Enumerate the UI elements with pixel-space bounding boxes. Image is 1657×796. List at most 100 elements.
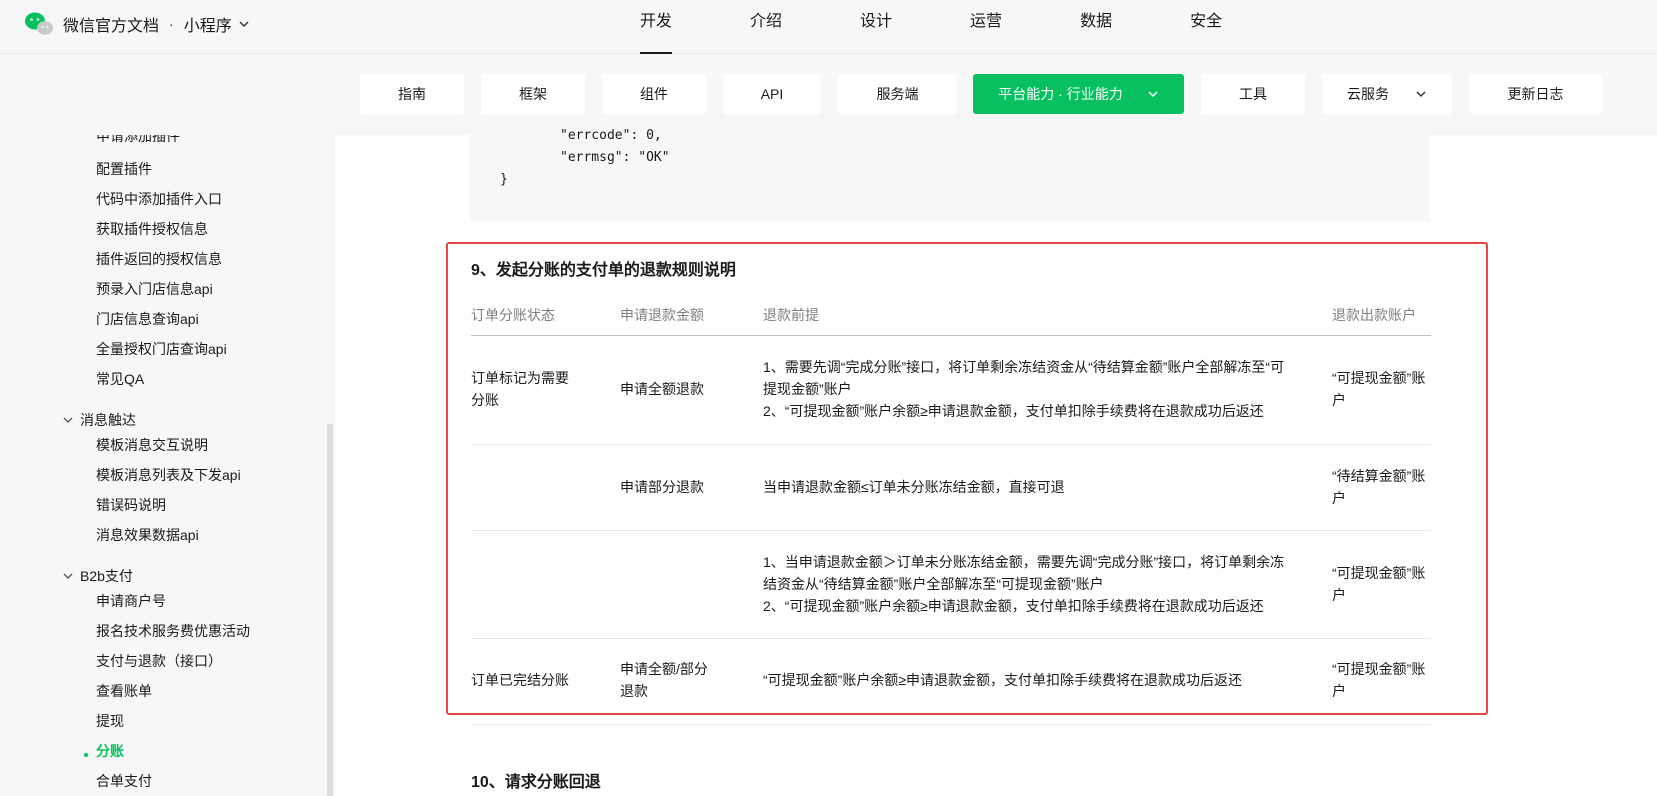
cell-line: 2、“可提现金额”账户余额≥申请退款金额，支付单扣除手续费将在退款成功后返还: [763, 598, 1264, 614]
sidebar-group-b2b-label: B2b支付: [80, 568, 133, 584]
subnav-server[interactable]: 服务端: [838, 74, 957, 114]
cell-line: “可提现金额”账: [1332, 370, 1426, 386]
sidebar-scrollbar[interactable]: [327, 424, 333, 796]
product-switcher[interactable]: 小程序: [184, 12, 232, 36]
sidebar: 申请添加插件 配置插件 代码中添加插件入口 获取插件授权信息 插件返回的授权信息…: [0, 135, 335, 796]
table-cell-account: “待结算金额”账 户: [1332, 465, 1425, 509]
chevron-down-icon: [1148, 91, 1158, 98]
top-header: 微信官方文档 · 小程序 开发 介绍 设计 运营 数据 安全: [0, 0, 1657, 54]
sidebar-group-message-label: 消息触达: [80, 412, 136, 428]
table-row-divider: [471, 530, 1431, 531]
sidebar-item-template-list[interactable]: 模板消息列表及下发api: [96, 465, 241, 485]
code-block: "errcode": 0, "errmsg": "OK" }: [470, 118, 1430, 222]
cell-line: 户: [1332, 683, 1346, 699]
sidebar-item-combined-pay[interactable]: 合单支付: [96, 771, 152, 791]
cell-line: 户: [1332, 392, 1346, 408]
table-header-condition: 退款前提: [763, 307, 819, 323]
cell-line: “可提现金额”账: [1332, 661, 1426, 677]
sidebar-item-profit-sharing[interactable]: 分账: [96, 741, 124, 761]
subnav-tools[interactable]: 工具: [1201, 74, 1305, 114]
brand-title[interactable]: 微信官方文档: [63, 12, 159, 36]
cell-line: 1、当申请退款金额＞订单未分账冻结金额，需要先调“完成分账”接口，将订单剩余冻: [763, 554, 1285, 570]
sidebar-item-apply-merchant[interactable]: 申请商户号: [96, 591, 166, 611]
nav-develop[interactable]: 开发: [640, 0, 673, 54]
table-cell-amount: 申请全额/部分 退款: [620, 658, 708, 702]
sidebar-item-plugin-auth[interactable]: 获取插件授权信息: [96, 219, 208, 239]
table-cell-account: “可提现金额”账 户: [1332, 367, 1425, 411]
cell-line: 2、“可提现金额”账户余额≥申请退款金额，支付单扣除手续费将在退款成功后返还: [763, 403, 1264, 419]
code-line: "errcode": 0,: [560, 128, 662, 143]
main-nav: 开发 介绍 设计 运营 数据 安全: [640, 0, 1300, 54]
sidebar-item-error-codes[interactable]: 错误码说明: [96, 495, 166, 515]
cell-line: 订单标记为需要: [471, 370, 569, 386]
sidebar-item-plugin-auth-return[interactable]: 插件返回的授权信息: [96, 249, 222, 269]
table-header-divider: [471, 335, 1431, 336]
sidebar-item-store-query[interactable]: 门店信息查询api: [96, 309, 199, 329]
cell-line: 退款: [620, 683, 648, 699]
sidebar-item-prerecord-store[interactable]: 预录入门店信息api: [96, 279, 213, 299]
sidebar-item-pay-refund[interactable]: 支付与退款（接口）: [96, 651, 222, 671]
sidebar-group-message[interactable]: 消息触达: [62, 410, 136, 430]
table-cell-condition: 1、需要先调“完成分账”接口，将订单剩余冻结资金从“待结算金额”账户全部解冻至“…: [763, 356, 1284, 422]
subnav-guide[interactable]: 指南: [360, 74, 464, 114]
brand-separator: ·: [169, 16, 174, 32]
chevron-down-icon: [63, 417, 73, 423]
table-bottom-divider: [471, 724, 1431, 725]
cell-line: 户: [1332, 490, 1346, 506]
chevron-down-icon[interactable]: [238, 18, 250, 30]
sidebar-item-faq[interactable]: 常见QA: [96, 369, 144, 389]
sidebar-item-all-store-query[interactable]: 全量授权门店查询api: [96, 339, 227, 359]
table-header-amount: 申请退款金额: [620, 307, 704, 323]
table-cell-status: 订单标记为需要 分账: [471, 367, 569, 411]
table-cell-condition: 当申请退款金额≤订单未分账冻结金额，直接可退: [763, 476, 1065, 498]
cell-line: “可提现金额”账: [1332, 565, 1426, 581]
cell-line: 申请全额退款: [620, 381, 704, 397]
subnav-framework[interactable]: 框架: [481, 74, 585, 114]
code-line: "errmsg": "OK": [560, 150, 670, 165]
cell-line: 申请全额/部分: [620, 661, 708, 677]
table-cell-status: 订单已完结分账: [471, 669, 569, 691]
subnav-api[interactable]: API: [723, 74, 821, 114]
chevron-down-icon: [63, 573, 73, 579]
subnav-components[interactable]: 组件: [602, 74, 706, 114]
chevron-down-icon: [1416, 91, 1426, 98]
sidebar-item-fee-promo[interactable]: 报名技术服务费优惠活动: [96, 621, 250, 641]
current-indicator-dot: [84, 753, 88, 757]
section-title: 10、请求分账回退: [471, 774, 601, 791]
table-cell-amount: 申请全额退款: [620, 378, 704, 400]
subnav-changelog[interactable]: 更新日志: [1469, 74, 1602, 114]
table-cell-account: “可提现金额”账 户: [1332, 658, 1425, 702]
cell-line: 申请部分退款: [620, 479, 704, 495]
wechat-logo-icon[interactable]: [24, 11, 54, 37]
sidebar-item-config-plugin[interactable]: 配置插件: [96, 159, 152, 179]
table-row-divider: [471, 638, 1431, 639]
subnav-platform-abilities-label: 平台能力 · 行业能力: [998, 86, 1123, 102]
table-cell-condition: “可提现金额”账户余额≥申请退款金额，支付单扣除手续费将在退款成功后返还: [763, 669, 1242, 691]
nav-intro[interactable]: 介绍: [750, 0, 782, 54]
sidebar-item-withdraw[interactable]: 提现: [96, 711, 124, 731]
cell-line: 分账: [471, 392, 499, 408]
table-cell-account: “可提现金额”账 户: [1332, 562, 1425, 606]
cell-line: 结资金从“待结算金额”账户全部解冻至“可提现金额”账户: [763, 576, 1104, 592]
sidebar-item-apply-plugin[interactable]: 申请添加插件: [96, 135, 180, 146]
sidebar-item-plugin-entry[interactable]: 代码中添加插件入口: [96, 189, 222, 209]
cell-line: 订单已完结分账: [471, 672, 569, 688]
nav-security[interactable]: 安全: [1190, 0, 1222, 54]
table-cell-condition: 1、当申请退款金额＞订单未分账冻结金额，需要先调“完成分账”接口，将订单剩余冻 …: [763, 551, 1284, 617]
table-row-divider: [471, 444, 1431, 445]
subnav-cloud[interactable]: 云服务: [1322, 74, 1452, 114]
code-line: }: [500, 172, 508, 187]
cell-line: 1、需要先调“完成分账”接口，将订单剩余冻结资金从“待结算金额”账户全部解冻至“…: [763, 359, 1285, 375]
cell-line: 提现金额”账户: [763, 381, 852, 397]
nav-design[interactable]: 设计: [860, 0, 892, 54]
sidebar-item-template-interaction[interactable]: 模板消息交互说明: [96, 435, 208, 455]
table-header-status: 订单分账状态: [471, 307, 555, 323]
sidebar-item-bill[interactable]: 查看账单: [96, 681, 152, 701]
subnav-platform-abilities[interactable]: 平台能力 · 行业能力: [973, 74, 1184, 114]
brand: 微信官方文档 · 小程序: [63, 12, 250, 36]
nav-operate[interactable]: 运营: [970, 0, 1002, 54]
sidebar-item-message-effect[interactable]: 消息效果数据api: [96, 525, 199, 545]
nav-data[interactable]: 数据: [1080, 0, 1112, 54]
cell-line: 当申请退款金额≤订单未分账冻结金额，直接可退: [763, 479, 1065, 495]
sidebar-group-b2b[interactable]: B2b支付: [62, 566, 133, 586]
